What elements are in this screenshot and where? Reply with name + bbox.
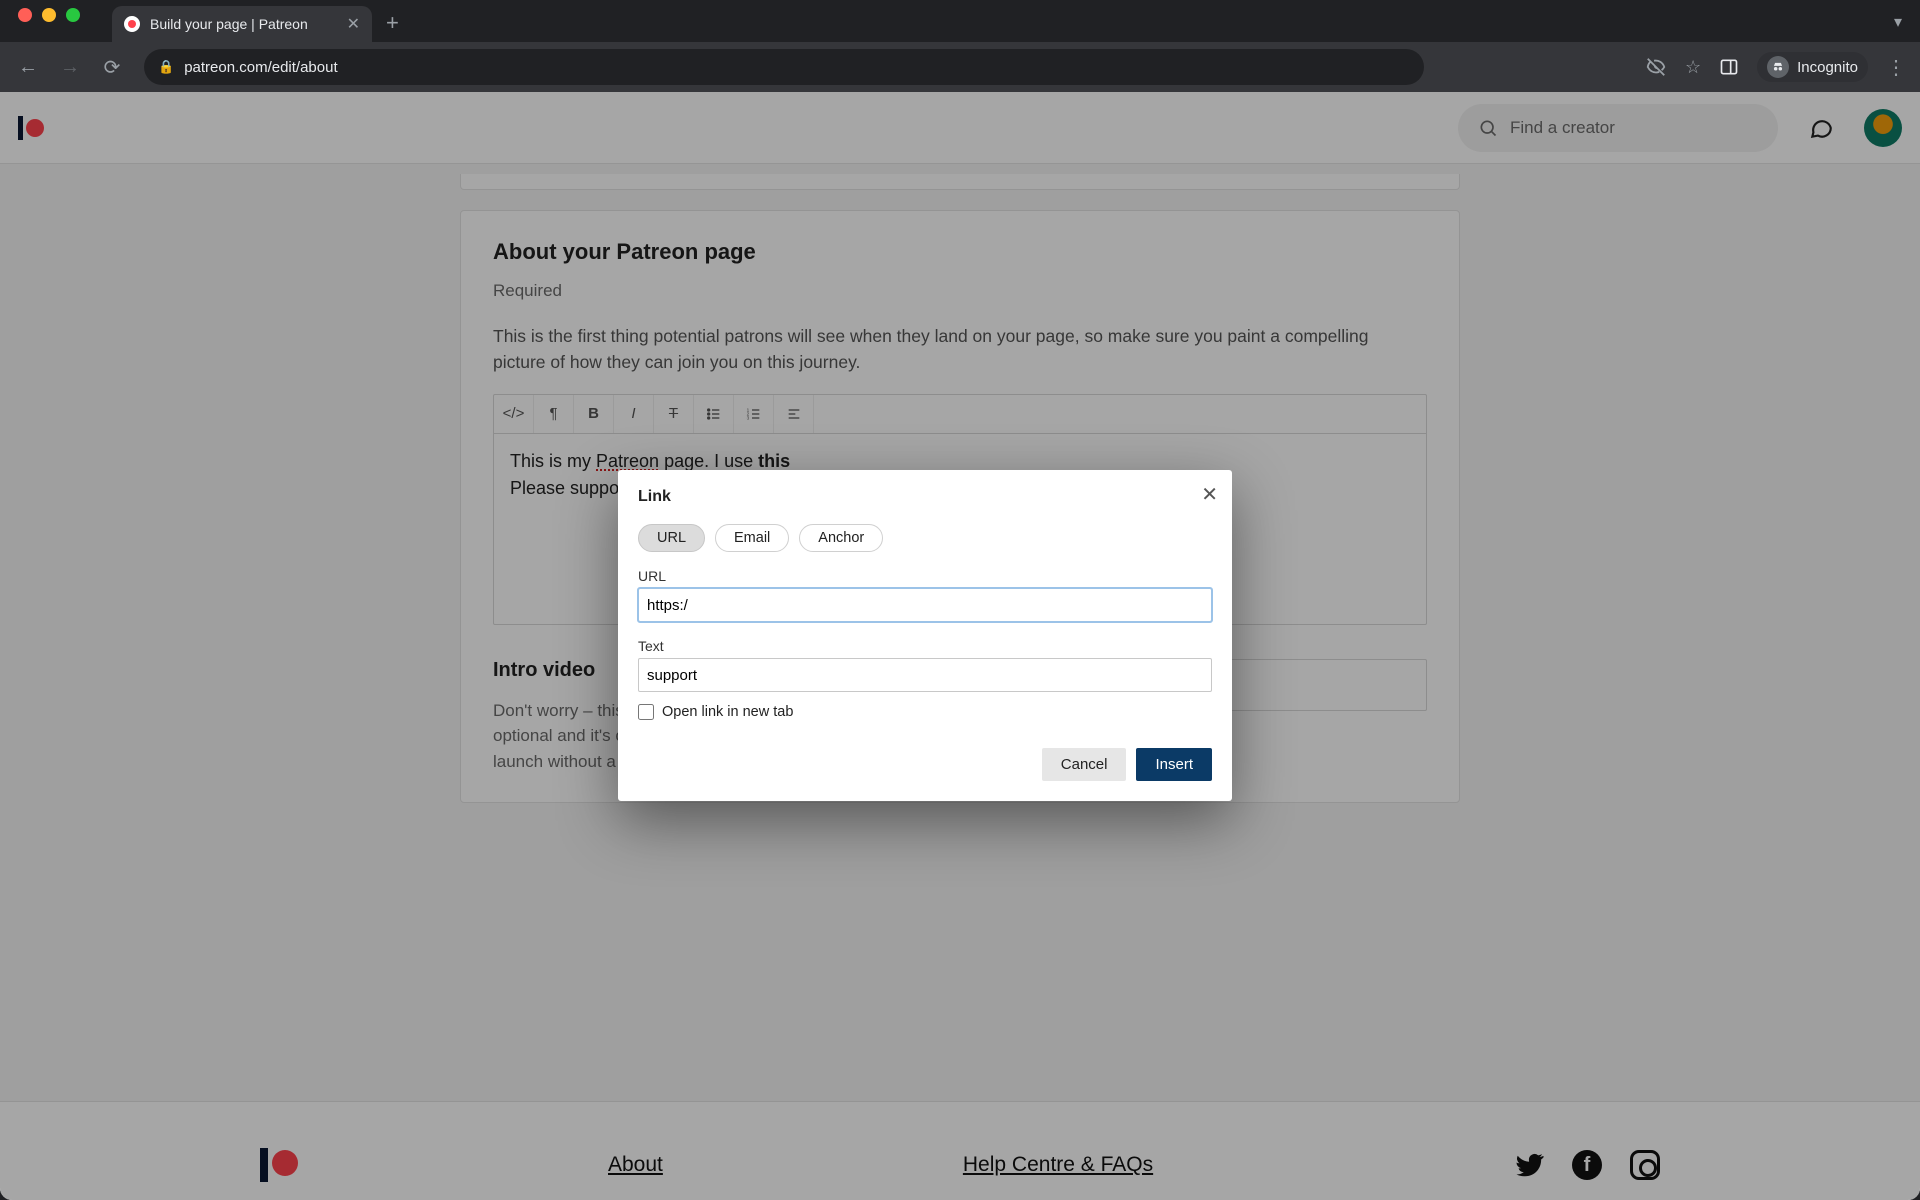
patreon-favicon [124,16,140,32]
url-text: patreon.com/edit/about [184,59,337,76]
browser-toolbar: ← → ⟳ 🔒 patreon.com/edit/about ☆ Incogni… [0,42,1920,92]
open-new-tab-row[interactable]: Open link in new tab [638,704,1212,720]
tab-email[interactable]: Email [715,524,789,552]
text-input[interactable] [638,658,1212,692]
tab-close-icon[interactable]: ✕ [347,14,360,34]
window-controls [18,8,80,22]
browser-menu-icon[interactable]: ⋮ [1886,55,1906,80]
bookmark-star-icon[interactable]: ☆ [1685,57,1701,78]
window-zoom-button[interactable] [66,8,80,22]
window-minimize-button[interactable] [42,8,56,22]
incognito-icon [1767,56,1789,78]
incognito-indicator[interactable]: Incognito [1757,52,1868,82]
link-type-tabs: URL Email Anchor [638,524,1212,552]
insert-button[interactable]: Insert [1136,748,1212,781]
tab-url[interactable]: URL [638,524,705,552]
lock-icon: 🔒 [158,59,174,75]
tabs-overflow-icon[interactable]: ▾ [1894,12,1902,32]
incognito-label: Incognito [1797,59,1858,76]
forward-button[interactable]: → [56,56,84,79]
browser-tab-strip: Build your page | Patreon ✕ + ▾ [0,0,1920,42]
open-new-tab-label: Open link in new tab [662,704,793,720]
modal-title: Link [638,488,1212,506]
tab-title: Build your page | Patreon [150,16,308,32]
tab-anchor[interactable]: Anchor [799,524,883,552]
new-tab-button[interactable]: + [372,10,413,42]
text-field-label: Text [638,638,1212,654]
cancel-button[interactable]: Cancel [1042,748,1127,781]
open-new-tab-checkbox[interactable] [638,704,654,720]
link-modal: Link ✕ URL Email Anchor URL Text Open li… [618,470,1232,801]
eye-off-icon[interactable] [1645,56,1667,78]
address-bar[interactable]: 🔒 patreon.com/edit/about [144,49,1424,85]
panel-icon[interactable] [1719,57,1739,77]
browser-tab[interactable]: Build your page | Patreon ✕ [112,6,372,42]
modal-close-icon[interactable]: ✕ [1201,482,1218,507]
window-close-button[interactable] [18,8,32,22]
back-button[interactable]: ← [14,56,42,79]
url-input[interactable] [638,588,1212,622]
reload-button[interactable]: ⟳ [98,55,126,80]
url-field-label: URL [638,568,1212,584]
